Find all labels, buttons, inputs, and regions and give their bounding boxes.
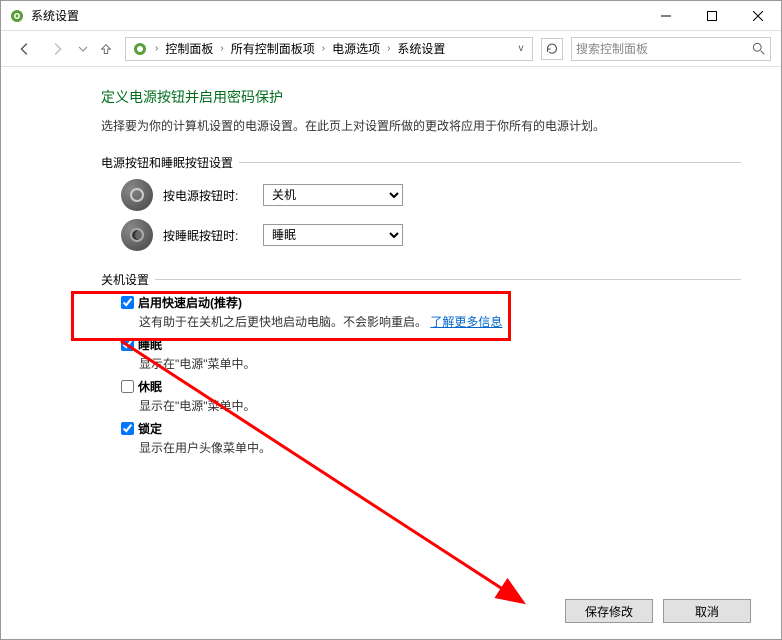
chevron-right-icon: › [152,43,161,54]
hibernate-checkbox[interactable] [121,380,134,393]
sleep-option: 睡眠 显示在"电源"菜单中。 [121,336,741,372]
content-area: 定义电源按钮并启用密码保护 选择要为你的计算机设置的电源设置。在此页上对设置所做… [1,67,781,482]
learn-more-link[interactable]: 了解更多信息 [430,315,502,329]
sleep-icon [121,219,153,251]
power-button-row: 按电源按钮时: 关机 [121,179,741,211]
fast-startup-label: 启用快速启动(推荐) [138,294,242,311]
power-button-label: 按电源按钮时: [163,187,253,204]
sleep-button-select[interactable]: 睡眠 [263,224,403,246]
fast-startup-option: 启用快速启动(推荐) 这有助于在关机之后更快地启动电脑。不会影响重启。 了解更多… [121,294,741,330]
sleep-button-row: 按睡眠按钮时: 睡眠 [121,219,741,251]
path-dropdown[interactable]: v [512,38,530,60]
close-button[interactable] [735,1,781,31]
page-description: 选择要为你的计算机设置的电源设置。在此页上对设置所做的更改将应用于你所有的电源计… [101,117,741,134]
breadcrumb-item[interactable]: 所有控制面板项 [227,38,319,60]
breadcrumb-item[interactable]: 控制面板 [161,38,217,60]
lock-checkbox[interactable] [121,422,134,435]
search-icon [752,42,766,56]
control-panel-icon [132,41,148,57]
search-box[interactable] [571,37,771,61]
breadcrumb-bar[interactable]: › 控制面板 › 所有控制面板项 › 电源选项 › 系统设置 v [125,37,533,61]
refresh-button[interactable] [541,38,563,60]
hibernate-option: 休眠 显示在"电源"菜单中。 [121,378,741,414]
lock-label: 锁定 [138,420,162,437]
section-button-settings: 电源按钮和睡眠按钮设置 [101,154,741,171]
chevron-right-icon: › [319,43,328,54]
power-button-select[interactable]: 关机 [263,184,403,206]
navbar: › 控制面板 › 所有控制面板项 › 电源选项 › 系统设置 v [1,31,781,67]
breadcrumb-item[interactable]: 电源选项 [328,38,384,60]
fast-startup-desc: 这有助于在关机之后更快地启动电脑。不会影响重启。 [139,315,427,329]
cancel-button[interactable]: 取消 [663,599,751,623]
sleep-checkbox[interactable] [121,338,134,351]
app-icon [9,8,25,24]
breadcrumb-item[interactable]: 系统设置 [393,38,449,60]
footer-buttons: 保存修改 取消 [565,599,751,623]
titlebar: 系统设置 [1,1,781,31]
window-title: 系统设置 [31,7,643,24]
back-button[interactable] [11,35,39,63]
sleep-button-label: 按睡眠按钮时: [163,227,253,244]
save-button[interactable]: 保存修改 [565,599,653,623]
recent-dropdown[interactable] [75,35,91,63]
forward-button[interactable] [43,35,71,63]
hibernate-label: 休眠 [138,378,162,395]
page-heading: 定义电源按钮并启用密码保护 [101,87,741,107]
lock-option: 锁定 显示在用户头像菜单中。 [121,420,741,456]
power-icon [121,179,153,211]
lock-desc: 显示在用户头像菜单中。 [139,439,741,456]
section-title: 电源按钮和睡眠按钮设置 [101,154,233,171]
minimize-button[interactable] [643,1,689,31]
sleep-label: 睡眠 [138,336,162,353]
section-shutdown-settings: 关机设置 [101,271,741,288]
section-title: 关机设置 [101,271,149,288]
up-button[interactable] [95,38,117,60]
hibernate-desc: 显示在"电源"菜单中。 [139,397,741,414]
fast-startup-checkbox[interactable] [121,296,134,309]
search-input[interactable] [576,42,752,56]
sleep-desc: 显示在"电源"菜单中。 [139,355,741,372]
chevron-right-icon: › [217,43,226,54]
chevron-right-icon: › [384,43,393,54]
maximize-button[interactable] [689,1,735,31]
